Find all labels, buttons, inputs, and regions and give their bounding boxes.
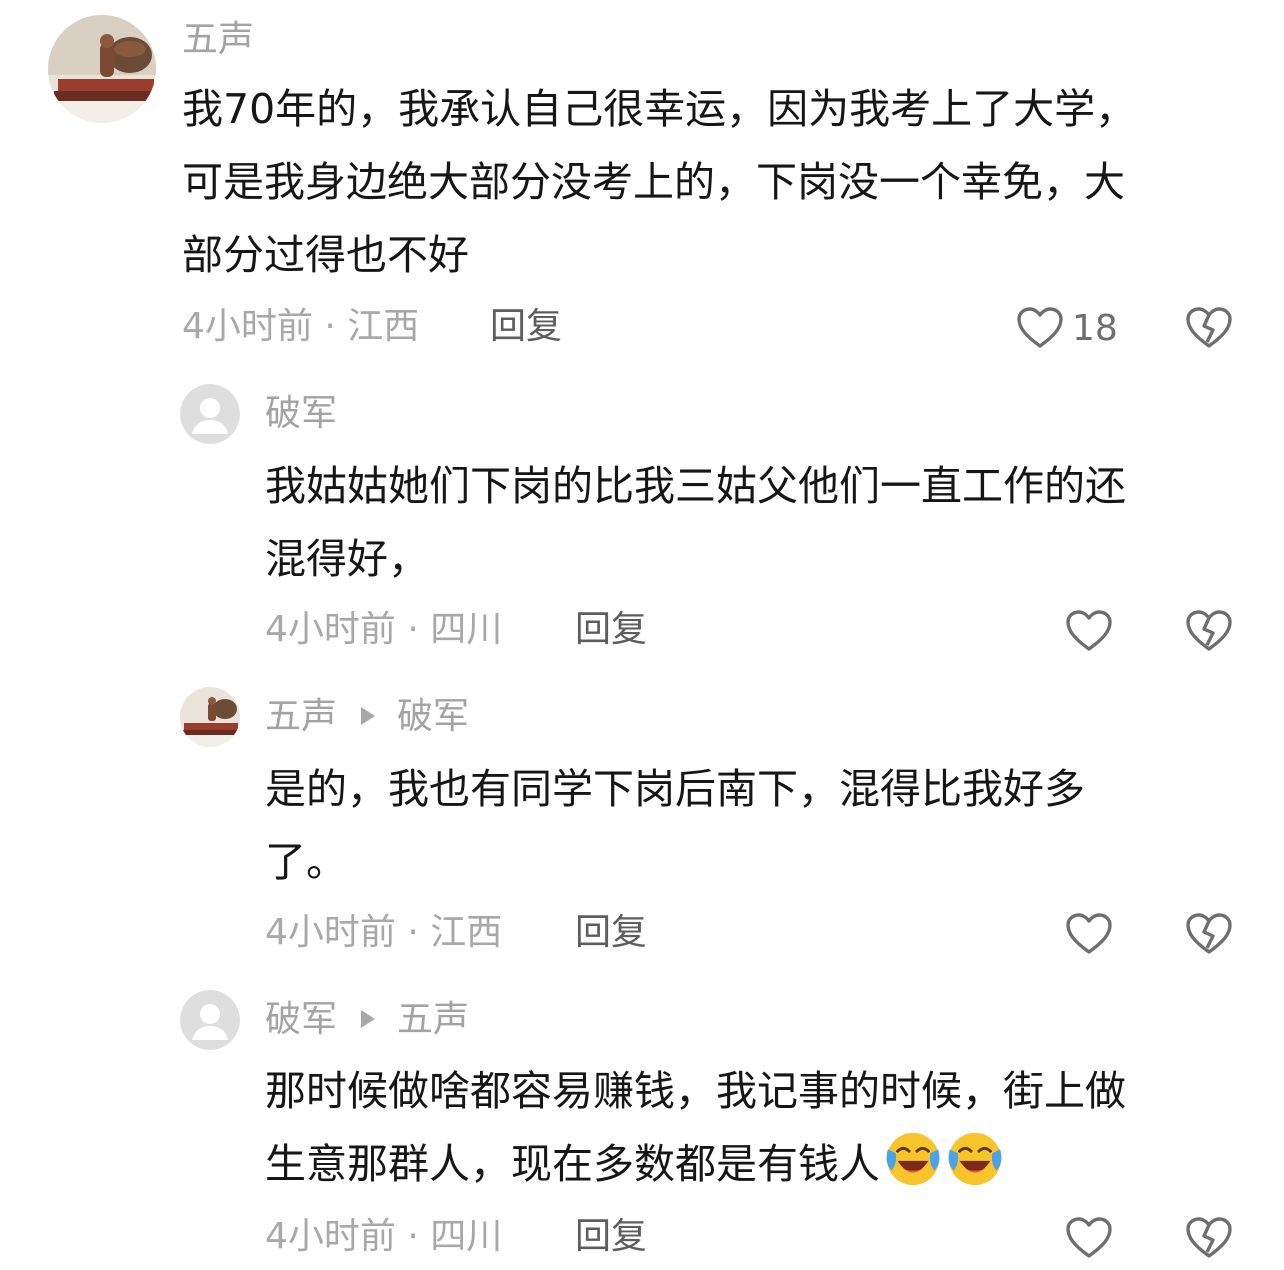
like-button[interactable]: 18 — [1016, 302, 1118, 354]
laugh-cry-icon — [886, 1132, 940, 1186]
reply-header: 五声 破军 — [265, 695, 469, 739]
username[interactable]: 破军 — [265, 392, 337, 436]
reply-button[interactable]: 回复 — [575, 1215, 647, 1259]
text-line: 是的，我也有同学下岗后南下，混得比我好多 — [265, 765, 1085, 813]
reply-header: 破军 五声 — [265, 998, 469, 1042]
avatar[interactable] — [180, 384, 240, 444]
text-line: 了。 — [265, 838, 347, 886]
broken-heart-icon[interactable] — [1185, 1216, 1233, 1260]
reply-to-username[interactable]: 破军 — [397, 696, 469, 737]
avatar[interactable] — [180, 990, 240, 1050]
comment-text: 那时候做啥都容易赚钱，我记事的时候，街上做 生意那群人，现在多数都是有钱人 — [265, 1055, 1126, 1201]
comment-text: 我70年的，我承认自己很幸运，因为我考上了大学， 可是我身边绝大部分没考上的，下… — [182, 73, 1136, 292]
default-avatar-icon — [180, 990, 240, 1050]
avatar[interactable] — [48, 15, 156, 123]
reply-to-username[interactable]: 五声 — [397, 999, 469, 1040]
username[interactable]: 五声 — [265, 696, 337, 737]
comment-item: 五声 我70年的，我承认自己很幸运，因为我考上了大学， 可是我身边绝大部分没考上… — [0, 0, 1284, 370]
reply-button[interactable]: 回复 — [575, 608, 647, 652]
comment-text: 我姑姑她们下岗的比我三姑父他们一直工作的还 混得好， — [265, 450, 1126, 596]
laugh-cry-icon — [948, 1132, 1002, 1186]
like-button[interactable] — [1065, 908, 1113, 960]
like-button[interactable] — [1065, 1212, 1113, 1264]
reply-button[interactable]: 回复 — [490, 305, 562, 349]
comment-meta: 4小时前 · 四川 — [265, 609, 503, 650]
avatar[interactable] — [180, 687, 240, 747]
heart-icon — [1017, 307, 1063, 348]
reply-arrow-icon — [361, 707, 376, 725]
broken-heart-icon[interactable] — [1185, 912, 1233, 956]
text-line: 部分过得也不好 — [182, 231, 469, 279]
text-line: 我姑姑她们下岗的比我三姑父他们一直工作的还 — [265, 462, 1126, 510]
reply-button[interactable]: 回复 — [575, 911, 647, 955]
text-line: 混得好， — [265, 535, 429, 583]
broken-heart-icon[interactable] — [1185, 609, 1233, 653]
default-avatar-icon — [180, 384, 240, 444]
comment-meta: 4小时前 · 四川 — [265, 1216, 503, 1257]
text-line-content: 生意那群人，现在多数都是有钱人 — [265, 1140, 880, 1188]
reply-item: 五声 破军 是的，我也有同学下岗后南下，混得比我好多 了。 4小时前 · 江西 回… — [0, 675, 1284, 980]
reply-item: 破军 我姑姑她们下岗的比我三姑父他们一直工作的还 混得好， 4小时前 · 四川 … — [0, 370, 1284, 675]
text-line: 那时候做啥都容易赚钱，我记事的时候，街上做 — [265, 1067, 1126, 1115]
heart-icon — [1066, 913, 1112, 954]
heart-icon — [1066, 1217, 1112, 1258]
like-count: 18 — [1072, 307, 1118, 349]
broken-heart-icon[interactable] — [1185, 306, 1233, 350]
username[interactable]: 五声 — [182, 18, 254, 62]
comment-meta: 4小时前 · 江西 — [265, 912, 503, 953]
text-line: 生意那群人，现在多数都是有钱人 — [265, 1128, 1126, 1201]
reply-item: 破军 五声 那时候做啥都容易赚钱，我记事的时候，街上做 生意那群人，现在多数都是有… — [0, 980, 1284, 1270]
text-line: 可是我身边绝大部分没考上的，下岗没一个幸免，大 — [182, 158, 1125, 206]
comment-meta: 4小时前 · 江西 — [182, 306, 420, 347]
text-line: 我70年的，我承认自己很幸运，因为我考上了大学， — [182, 85, 1137, 133]
teapot-photo-icon — [180, 687, 240, 747]
comment-text: 是的，我也有同学下岗后南下，混得比我好多 了。 — [265, 753, 1085, 899]
reply-arrow-icon — [361, 1010, 376, 1028]
teapot-photo-icon — [48, 15, 156, 123]
username[interactable]: 破军 — [265, 999, 337, 1040]
heart-icon — [1066, 610, 1112, 651]
like-button[interactable] — [1065, 605, 1113, 657]
